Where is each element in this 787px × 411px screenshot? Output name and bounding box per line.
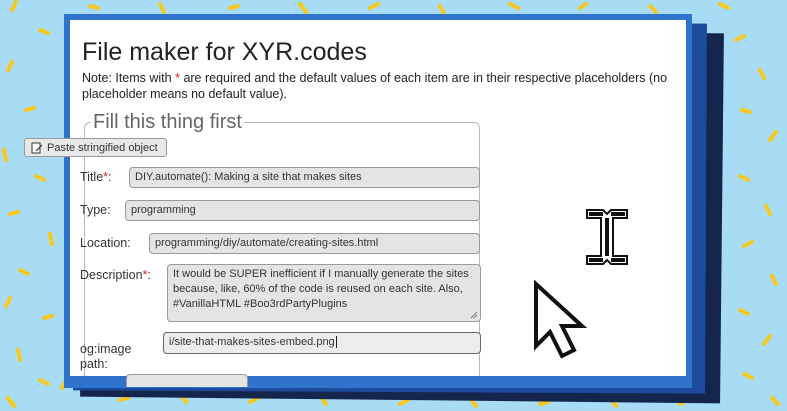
text-cursor-icon bbox=[586, 209, 628, 265]
paste-object-button[interactable]: Paste stringified object bbox=[24, 138, 167, 157]
title-input[interactable]: DIY.automate(): Making a site that makes… bbox=[129, 167, 480, 188]
description-text: It would be SUPER inefficient if I manua… bbox=[173, 268, 469, 310]
description-label: Description*: bbox=[80, 268, 151, 282]
paste-icon bbox=[31, 142, 43, 153]
required-note: Note: Items with * are required and the … bbox=[82, 71, 668, 101]
next-field-partial[interactable] bbox=[126, 374, 248, 387]
title-label: Title*: bbox=[80, 170, 112, 184]
location-label: Location: bbox=[80, 236, 131, 250]
location-input[interactable]: programming/diy/automate/creating-sites.… bbox=[149, 233, 480, 254]
ogimage-label: og:image path: bbox=[80, 342, 132, 371]
ogimage-input[interactable]: i/site-that-makes-sites-embed.png bbox=[163, 332, 481, 354]
type-input[interactable]: programming bbox=[125, 200, 480, 221]
fieldset-legend: Fill this thing first bbox=[93, 111, 242, 133]
page-title: File maker for XYR.codes bbox=[82, 38, 367, 66]
resize-handle-icon[interactable] bbox=[470, 311, 478, 319]
description-textarea[interactable]: It would be SUPER inefficient if I manua… bbox=[167, 264, 481, 322]
pointer-cursor-icon bbox=[534, 280, 588, 359]
text-caret bbox=[335, 336, 337, 349]
type-label: Type: bbox=[80, 203, 111, 217]
paste-button-label: Paste stringified object bbox=[47, 141, 158, 154]
